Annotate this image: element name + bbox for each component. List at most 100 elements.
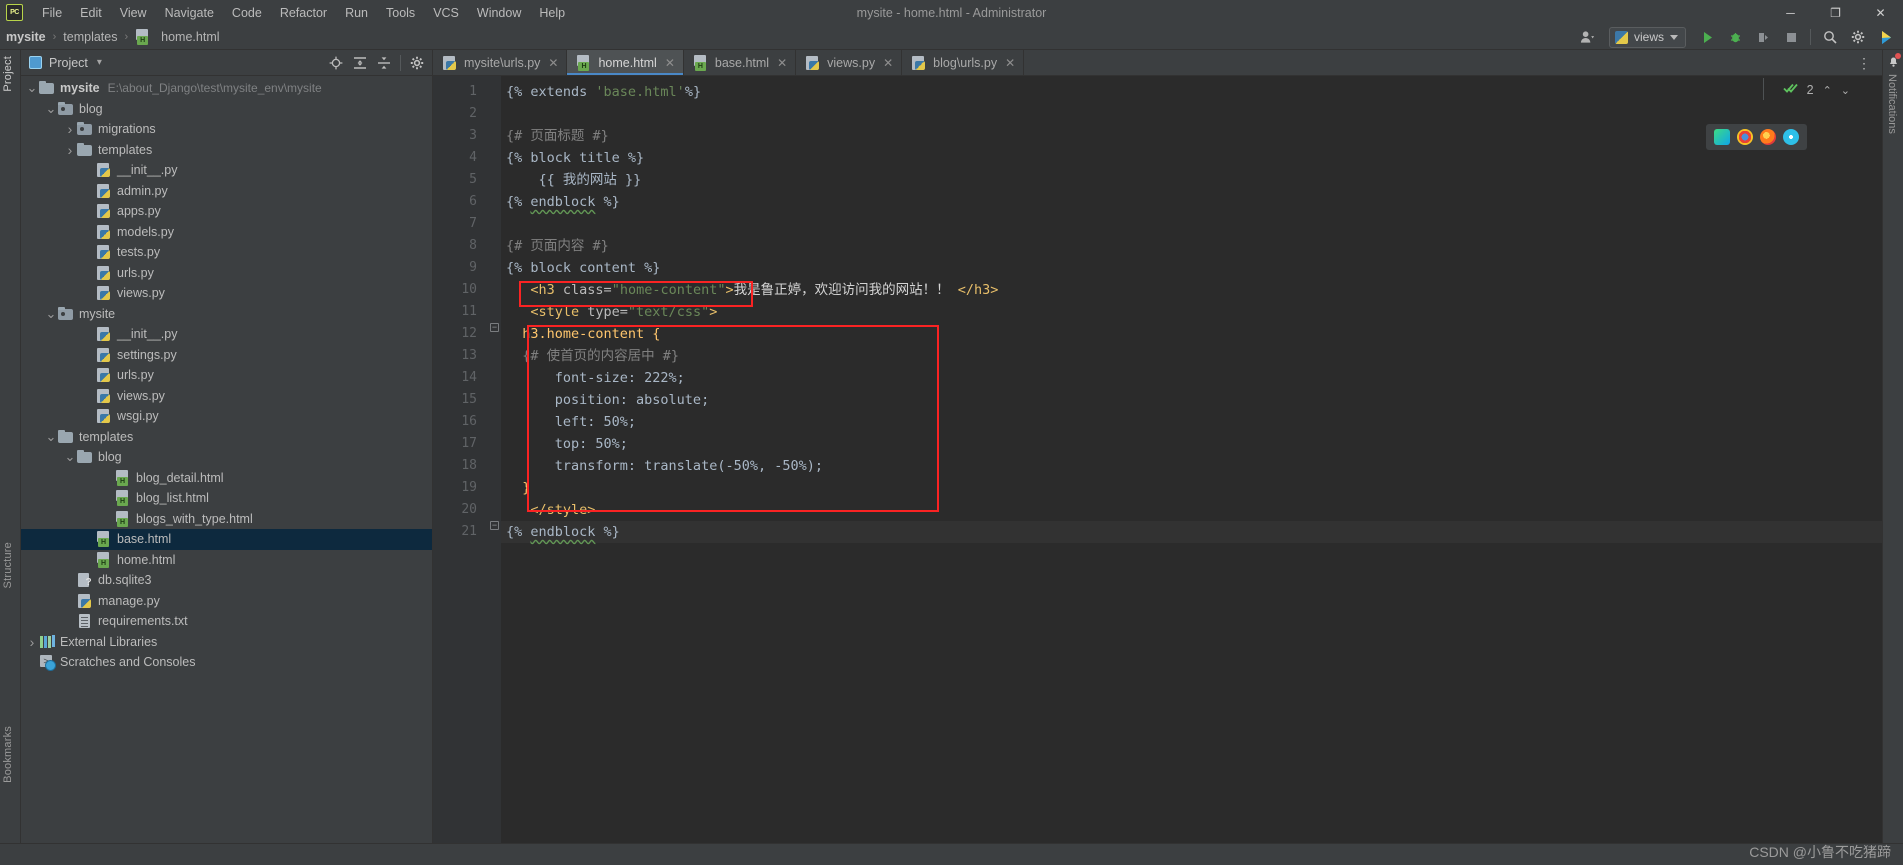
code-line-6[interactable]: {% endblock %} [501,191,1882,213]
inspection-widget[interactable]: 2 ⌃ ⌄ [1782,82,1850,98]
locate-file-icon[interactable] [324,52,348,74]
tab-overflow-icon[interactable]: ⋮ [1851,55,1878,72]
tree-item-blog-list-html[interactable]: blog_list.html [21,488,432,509]
code-line-20[interactable]: </style> [501,499,1882,521]
code-editor[interactable]: 123456789101112131415161718192021 {% ext… [433,76,1882,843]
code-line-11[interactable]: <style type="text/css"> [501,301,1882,323]
code-line-10[interactable]: <h3 class="home-content">我是鲁正婷，欢迎访问我的网站！… [501,279,1882,301]
tree-item-blog[interactable]: ⌄ blog [21,99,432,120]
ide-assistant-icon[interactable] [1873,27,1899,48]
chevron-down-icon[interactable]: ⌄ [44,430,58,443]
menu-navigate[interactable]: Navigate [156,3,223,23]
close-icon[interactable]: ✕ [883,56,893,70]
code-line-3[interactable]: {# 页面标题 #} [501,125,1882,147]
code-line-19[interactable]: } [501,477,1882,499]
tree-item-manage-py[interactable]: manage.py [21,591,432,612]
menu-help[interactable]: Help [530,3,574,23]
fold-marker-style-end[interactable] [490,521,499,530]
tree-item-scratches-and-consoles[interactable]: Scratches and Consoles [21,652,432,673]
code-line-1[interactable]: {% extends 'base.html'%} [501,81,1882,103]
tree-item-external-libraries[interactable]: › External Libraries [21,632,432,653]
tree-item-settings-py[interactable]: settings.py [21,345,432,366]
editor-tab-base-html[interactable]: base.html ✕ [684,50,797,75]
tree-item-views-py[interactable]: views.py [21,386,432,407]
run-button[interactable] [1694,27,1720,48]
tree-item-migrations[interactable]: › migrations [21,119,432,140]
code-line-18[interactable]: transform: translate(-50%, -50%); [501,455,1882,477]
tree-item-blog-detail-html[interactable]: blog_detail.html [21,468,432,489]
tree-item---init---py[interactable]: __init__.py [21,324,432,345]
editor-tab-mysite-urls-py[interactable]: mysite\urls.py ✕ [433,50,568,75]
code-folding-column[interactable] [488,76,501,843]
chevron-up-icon[interactable]: ⌃ [1823,84,1832,97]
code-line-8[interactable]: {# 页面内容 #} [501,235,1882,257]
expand-all-icon[interactable] [348,52,372,74]
code-line-14[interactable]: font-size: 222%; [501,367,1882,389]
opera-browser-icon[interactable] [1783,129,1799,145]
collapse-all-icon[interactable] [372,52,396,74]
chevron-down-icon[interactable]: ⌄ [63,450,77,463]
code-line-21[interactable]: {% endblock %} [501,521,1882,543]
browser-preview-bar[interactable] [1706,124,1807,150]
search-icon[interactable] [1817,27,1843,48]
tree-item---init---py[interactable]: __init__.py [21,160,432,181]
code-line-9[interactable]: {% block content %} [501,257,1882,279]
breadcrumb-item-mysite[interactable]: mysite [0,28,52,46]
chevron-down-icon[interactable]: ⌄ [44,102,58,115]
code-line-4[interactable]: {% block title %} [501,147,1882,169]
code-line-12[interactable]: h3.home-content { [501,323,1882,345]
tree-item-tests-py[interactable]: tests.py [21,242,432,263]
editor-tab-blog-urls-py[interactable]: blog\urls.py ✕ [902,50,1025,75]
maximize-button[interactable]: ❐ [1813,0,1858,25]
tool-tab-notifications[interactable]: Notifications [1886,74,1898,134]
chevron-down-icon[interactable]: ⌄ [25,81,39,94]
menu-edit[interactable]: Edit [71,3,111,23]
close-icon[interactable]: ✕ [665,56,675,70]
tree-item-db-sqlite3[interactable]: db.sqlite3 [21,570,432,591]
run-coverage-icon[interactable] [1750,27,1776,48]
menu-vcs[interactable]: VCS [424,3,468,23]
chevron-down-icon[interactable]: ⌄ [44,307,58,320]
code-line-5[interactable]: {{ 我的网站 }} [501,169,1882,191]
editor-tab-views-py[interactable]: views.py ✕ [796,50,903,75]
menu-refactor[interactable]: Refactor [271,3,336,23]
tree-item-blogs-with-type-html[interactable]: blogs_with_type.html [21,509,432,530]
editor-tab-home-html[interactable]: home.html ✕ [567,50,684,75]
close-icon[interactable]: ✕ [777,56,787,70]
tree-item-base-html[interactable]: base.html [21,529,432,550]
breadcrumb-item-templates[interactable]: templates [57,28,123,46]
menu-tools[interactable]: Tools [377,3,424,23]
gear-icon[interactable] [405,52,429,74]
tree-item-mysite[interactable]: ⌄ mysite E:\about_Django\test\mysite_env\m… [21,78,432,99]
tree-item-models-py[interactable]: models.py [21,222,432,243]
tool-tab-bookmarks[interactable]: Bookmarks [2,726,14,783]
tree-item-templates[interactable]: ⌄ templates [21,427,432,448]
menu-window[interactable]: Window [468,3,530,23]
code-line-13[interactable]: {# 使首页的内容居中 #} [501,345,1882,367]
tree-item-wsgi-py[interactable]: wsgi.py [21,406,432,427]
project-file-tree[interactable]: ⌄ mysite E:\about_Django\test\mysite_env\m… [21,76,432,843]
menu-code[interactable]: Code [223,3,271,23]
close-icon[interactable]: ✕ [548,56,558,70]
chevron-down-icon[interactable]: ▾ [97,57,102,68]
tree-item-urls-py[interactable]: urls.py [21,263,432,284]
tree-item-urls-py[interactable]: urls.py [21,365,432,386]
code-line-16[interactable]: left: 50%; [501,411,1882,433]
gear-icon[interactable] [1845,27,1871,48]
tool-tab-project[interactable]: Project [2,56,14,92]
firefox-browser-icon[interactable] [1760,129,1776,145]
code-text[interactable]: {% extends 'base.html'%} {# 页面标题 #} {% bl… [501,76,1882,843]
close-button[interactable]: ✕ [1858,0,1903,25]
minimize-button[interactable]: ─ [1768,0,1813,25]
tool-tab-structure[interactable]: Structure [2,542,14,588]
menu-file[interactable]: File [33,3,71,23]
user-icon[interactable] [1575,27,1601,48]
code-line-2[interactable] [501,103,1882,125]
edge-browser-icon[interactable] [1714,129,1730,145]
tree-item-apps-py[interactable]: apps.py [21,201,432,222]
debug-icon[interactable] [1722,27,1748,48]
tree-item-views-py[interactable]: views.py [21,283,432,304]
tree-item-templates[interactable]: › templates [21,140,432,161]
code-line-7[interactable] [501,213,1882,235]
run-configuration-selector[interactable]: views [1608,26,1686,48]
